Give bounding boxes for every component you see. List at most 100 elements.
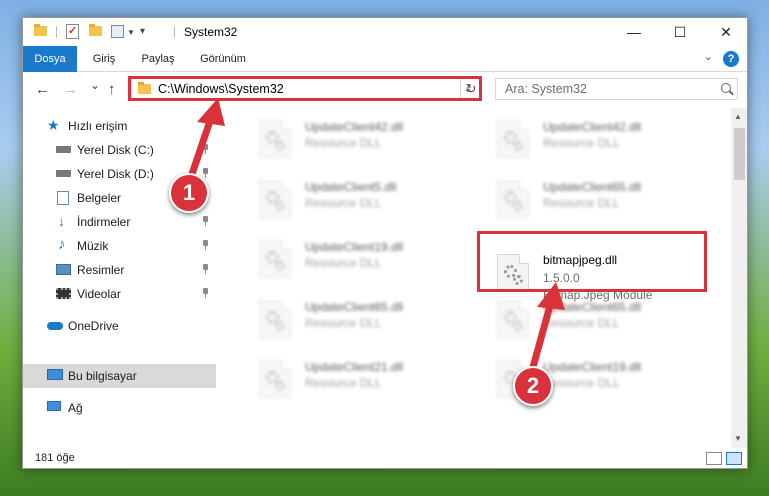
explorer-window: ✓ ▼ ▾ System32 — ☐ ✕ Dosya Giriş Paylaş … xyxy=(22,17,748,469)
file-name: UpdateClient19.dll xyxy=(543,360,642,374)
chevron-down-icon[interactable]: ⌄ xyxy=(704,50,713,63)
sidebar-item-label: Hızlı erişim xyxy=(68,119,128,133)
dll-file-icon xyxy=(259,120,291,158)
sidebar-item-label: Müzik xyxy=(77,239,109,253)
file-name: UpdateClient42.dll xyxy=(305,120,404,134)
file-type: Resource DLL xyxy=(543,136,620,150)
file-name: UpdateClient19.dll xyxy=(305,240,404,254)
file-type: Resource DLL xyxy=(305,136,382,150)
sidebar-item-music[interactable]: ♪ Müzik xyxy=(23,234,216,258)
pin-icon xyxy=(201,264,210,274)
recent-locations-button[interactable]: ⌄ xyxy=(90,78,100,92)
documents-icon xyxy=(57,191,69,205)
large-icons-view-icon[interactable] xyxy=(726,452,742,465)
list-item[interactable]: UpdateClient42.dll Resource DLL xyxy=(479,114,699,164)
scroll-thumb[interactable] xyxy=(734,128,745,180)
computer-icon xyxy=(47,369,63,380)
dll-file-icon xyxy=(497,180,529,218)
properties-check-icon[interactable]: ✓ xyxy=(66,24,79,39)
new-folder-icon[interactable] xyxy=(89,24,102,36)
search-input[interactable]: Ara: System32 xyxy=(505,82,587,96)
sidebar-item-quick-access[interactable]: ★ Hızlı erişim xyxy=(23,114,216,138)
file-list: UpdateClient42.dll Resource DLL UpdateCl… xyxy=(221,108,731,448)
file-type: Resource DLL xyxy=(305,316,382,330)
sidebar-item-label: Belgeler xyxy=(77,191,122,205)
chevron-down-icon[interactable]: ▼ xyxy=(127,28,135,37)
drive-icon xyxy=(56,146,71,153)
download-icon: ↓ xyxy=(58,213,65,229)
dll-file-icon xyxy=(259,240,291,278)
file-version: 1.5.0.0 xyxy=(543,271,580,285)
navigation-pane: ★ Hızlı erişim Yerel Disk (C:) Yerel Dis… xyxy=(23,108,216,448)
tab-home[interactable]: Giriş xyxy=(81,46,127,72)
file-name: bitmapjpeg.dll xyxy=(543,253,618,267)
ribbon-tabs: Dosya Giriş Paylaş Görünüm ⌄ ? xyxy=(23,46,747,72)
pin-icon xyxy=(201,168,210,178)
list-item[interactable]: UpdateClient5.dll Resource DLL xyxy=(241,174,461,224)
list-item[interactable]: UpdateClient42.dll Resource DLL xyxy=(241,114,461,164)
back-button[interactable]: ← xyxy=(35,81,50,98)
up-button[interactable]: ↑ xyxy=(108,81,116,98)
forward-button[interactable]: → xyxy=(63,81,78,98)
pin-icon xyxy=(201,216,210,226)
item-count: 181 öğe xyxy=(35,452,75,464)
title-bar: ✓ ▼ ▾ System32 — ☐ ✕ xyxy=(23,18,747,46)
customize-toolbar-icon[interactable]: ▾ xyxy=(140,26,145,37)
list-item[interactable]: UpdateClient19.dll Resource DLL xyxy=(241,234,461,284)
list-item[interactable]: UpdateClient21.dll Resource DLL xyxy=(241,354,461,404)
separator xyxy=(56,26,57,38)
address-path[interactable]: C:\Windows\System32 xyxy=(158,82,284,96)
maximize-button[interactable]: ☐ xyxy=(657,18,703,46)
address-bar[interactable]: C:\Windows\System32 ⌄ xyxy=(131,78,482,100)
scroll-down-icon[interactable]: ▼ xyxy=(734,434,742,443)
minimize-button[interactable]: — xyxy=(611,18,657,46)
sidebar-item-this-pc[interactable]: Bu bilgisayar xyxy=(23,364,216,388)
file-name: UpdateClient21.dll xyxy=(305,360,404,374)
folder-icon xyxy=(138,82,151,94)
search-box[interactable]: Ara: System32 xyxy=(495,78,738,100)
file-name: UpdateClient65.dll xyxy=(543,180,642,194)
drive-icon xyxy=(56,170,71,177)
dll-file-icon xyxy=(259,360,291,398)
quick-access-props-icon[interactable] xyxy=(111,25,124,38)
close-button[interactable]: ✕ xyxy=(703,18,747,46)
tab-file[interactable]: Dosya xyxy=(23,46,77,72)
list-item[interactable]: UpdateClient19.dll Resource DLL xyxy=(479,354,699,404)
sidebar-item-videos[interactable]: Videolar xyxy=(23,282,216,306)
separator xyxy=(174,26,175,38)
vertical-scrollbar[interactable]: ▲ ▼ xyxy=(731,108,747,448)
sidebar-item-local-disk-c[interactable]: Yerel Disk (C:) xyxy=(23,138,216,162)
pin-icon xyxy=(201,288,210,298)
list-item[interactable]: UpdateClient65.dll Resource DLL xyxy=(479,174,699,224)
file-type: Resource DLL xyxy=(543,196,620,210)
search-icon[interactable] xyxy=(721,83,731,93)
music-icon: ♪ xyxy=(58,236,66,253)
sidebar-item-label: Yerel Disk (D:) xyxy=(77,167,154,181)
details-view-icon[interactable] xyxy=(706,452,722,465)
file-name: UpdateClient42.dll xyxy=(543,120,642,134)
sidebar-item-label: OneDrive xyxy=(68,319,119,333)
help-button[interactable]: ? xyxy=(723,51,739,67)
dll-file-icon xyxy=(497,120,529,158)
list-item[interactable]: UpdateClient65.dll Resource DLL xyxy=(241,294,461,344)
sidebar-item-label: İndirmeler xyxy=(77,215,131,229)
dll-file-icon xyxy=(259,300,291,338)
sidebar-item-label: Ağ xyxy=(68,401,83,415)
file-type: Resource DLL xyxy=(305,376,382,390)
sidebar-item-label: Bu bilgisayar xyxy=(68,369,137,383)
dll-file-icon xyxy=(497,254,529,292)
network-icon xyxy=(47,401,61,411)
sidebar-item-onedrive[interactable]: OneDrive xyxy=(23,314,216,338)
file-type: Resource DLL xyxy=(305,256,382,270)
file-type: Resource DLL xyxy=(543,376,620,390)
scroll-up-icon[interactable]: ▲ xyxy=(734,112,742,121)
refresh-button[interactable]: ↻ xyxy=(460,78,482,100)
tab-share[interactable]: Paylaş xyxy=(131,46,185,72)
sidebar-item-pictures[interactable]: Resimler xyxy=(23,258,216,282)
sidebar-item-network[interactable]: Ağ xyxy=(23,396,216,420)
list-item[interactable]: UpdateClient65.dll Resource DLL xyxy=(479,294,699,344)
pictures-icon xyxy=(56,264,71,275)
sidebar-item-label: Yerel Disk (C:) xyxy=(77,143,154,157)
sidebar-item-downloads[interactable]: ↓ İndirmeler xyxy=(23,210,216,234)
tab-view[interactable]: Görünüm xyxy=(191,46,255,72)
